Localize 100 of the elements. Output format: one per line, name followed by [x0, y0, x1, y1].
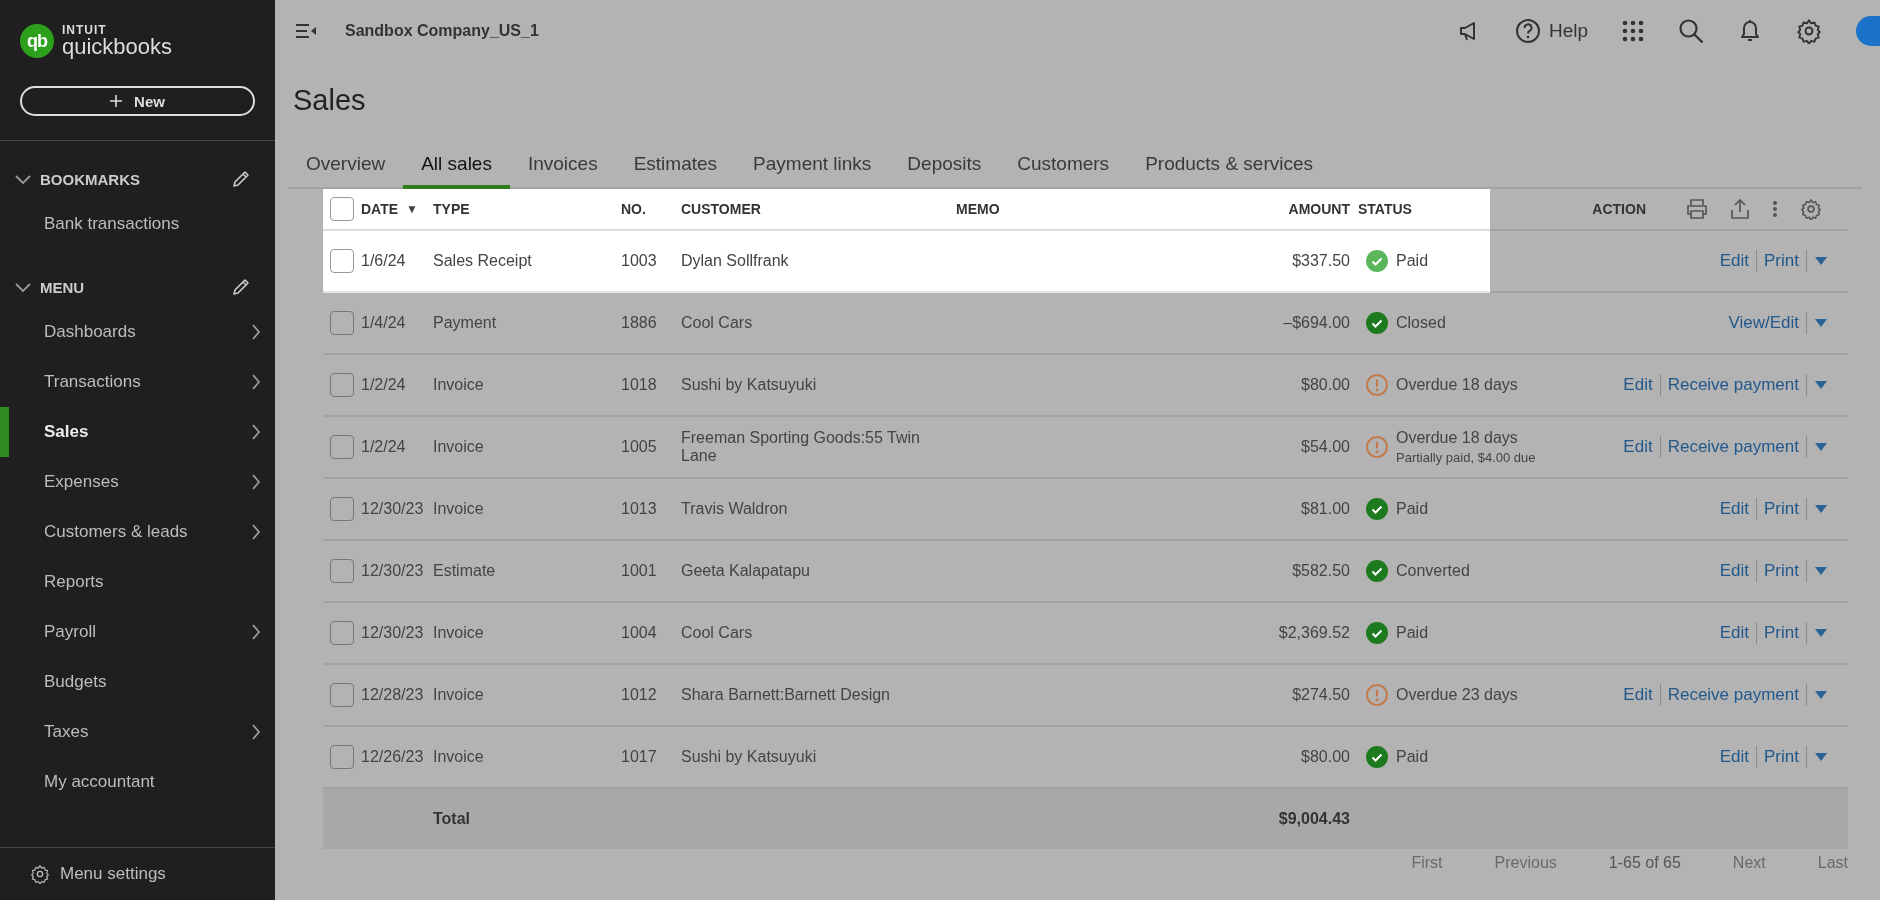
amount-cell: $2,369.52 — [1278, 624, 1350, 642]
action-link[interactable]: Edit — [1623, 375, 1653, 395]
avatar[interactable] — [1856, 16, 1880, 46]
nav-item[interactable]: Customers & leads — [0, 507, 275, 557]
checkbox[interactable] — [330, 249, 354, 273]
tab[interactable]: Products & services — [1127, 153, 1332, 189]
tab[interactable]: Invoices — [509, 153, 616, 189]
date-cell: 12/30/23 — [361, 562, 424, 580]
number-cell: 1017 — [621, 748, 657, 766]
column-header[interactable]: NO. — [621, 201, 646, 217]
action-link[interactable]: Edit — [1719, 561, 1750, 581]
menu-settings-link[interactable]: Menu settings — [30, 864, 166, 884]
checkbox[interactable] — [330, 311, 354, 335]
nav-item[interactable]: Payroll — [0, 607, 275, 657]
caret-icon[interactable] — [1814, 256, 1828, 266]
action-link[interactable]: Receive payment — [1667, 437, 1799, 457]
tab[interactable]: Payment links — [735, 153, 890, 189]
nav-item[interactable]: Taxes — [0, 707, 275, 757]
column-header[interactable]: CUSTOMER — [681, 201, 761, 217]
caret-icon[interactable] — [1814, 752, 1828, 762]
bell-icon[interactable] — [1738, 18, 1762, 44]
status-label: Overdue 18 days — [1396, 429, 1519, 447]
nav-item[interactable]: Expenses — [0, 457, 275, 507]
checkbox[interactable] — [330, 197, 354, 221]
checkbox[interactable] — [330, 497, 354, 521]
customer-cell: Cool Cars — [681, 314, 753, 332]
nav-item[interactable]: Bank transactions — [0, 199, 275, 249]
caret-icon[interactable] — [1814, 566, 1828, 576]
column-header[interactable]: STATUS — [1358, 201, 1412, 217]
column-header[interactable]: MEMO — [956, 201, 1000, 217]
customer-cell: Sushi by Katsuyuki — [681, 748, 817, 766]
tab[interactable]: Overview — [288, 153, 404, 189]
amount-cell: $274.50 — [1292, 686, 1350, 704]
number-cell: 1005 — [621, 438, 657, 456]
caret-icon[interactable] — [1814, 628, 1828, 638]
action-link[interactable]: Print — [1764, 251, 1799, 271]
more-icon[interactable] — [1772, 200, 1778, 218]
nav-item[interactable]: Budgets — [0, 657, 275, 707]
sort-indicator[interactable]: ▼ — [406, 202, 418, 216]
status-note: Partially paid, $4.00 due — [1396, 450, 1536, 465]
nav-item[interactable]: Reports — [0, 557, 275, 607]
caret-icon[interactable] — [1814, 504, 1828, 514]
tab[interactable]: Estimates — [615, 153, 736, 189]
column-header[interactable]: DATE — [361, 201, 399, 217]
search-icon[interactable] — [1678, 18, 1704, 44]
pencil-icon[interactable] — [231, 169, 251, 189]
new-button[interactable]: New — [20, 86, 255, 116]
total-label: Total — [433, 810, 471, 828]
action-link[interactable]: Print — [1764, 623, 1799, 643]
number-cell: 1018 — [621, 376, 657, 394]
action-link[interactable]: Edit — [1719, 623, 1750, 643]
apps-grid-icon[interactable] — [1622, 20, 1644, 42]
tab[interactable]: Deposits — [889, 153, 1000, 189]
nav-item[interactable]: Transactions — [0, 357, 275, 407]
nav-item[interactable]: My accountant — [0, 757, 275, 807]
action-link[interactable]: Edit — [1719, 499, 1750, 519]
checkbox[interactable] — [330, 745, 354, 769]
checkbox[interactable] — [330, 621, 354, 645]
checkbox[interactable] — [330, 435, 354, 459]
settings-icon[interactable] — [1800, 198, 1822, 220]
action-link[interactable]: Edit — [1719, 251, 1750, 271]
settings-icon[interactable] — [1796, 18, 1822, 44]
action-link[interactable]: Print — [1764, 747, 1799, 767]
caret-icon[interactable] — [1814, 380, 1828, 390]
date-cell: 1/6/24 — [361, 252, 406, 270]
print-icon[interactable] — [1686, 199, 1708, 219]
customer-cell: Sushi by Katsuyuki — [681, 376, 817, 394]
type-cell: Invoice — [433, 438, 484, 456]
column-header[interactable]: TYPE — [433, 201, 470, 217]
checkbox[interactable] — [330, 683, 354, 707]
customer-cell-text: Freeman Sporting Goods:55 Twin Lane — [681, 429, 921, 465]
date-cell: 12/26/23 — [361, 748, 424, 766]
caret-icon[interactable] — [1814, 442, 1828, 452]
caret-icon[interactable] — [1814, 318, 1828, 328]
checkbox[interactable] — [330, 559, 354, 583]
export-icon[interactable] — [1730, 199, 1750, 219]
action-link[interactable]: Print — [1764, 561, 1799, 581]
collapse-menu-icon[interactable] — [295, 23, 317, 39]
action-link[interactable]: View/Edit — [1728, 313, 1799, 333]
page-range: 1-65 of 65 — [1608, 854, 1681, 872]
page-title: Sales — [293, 84, 367, 117]
action-link[interactable]: Receive payment — [1667, 375, 1799, 395]
type-cell: Sales Receipt — [433, 252, 532, 270]
status-label: Overdue 23 days — [1396, 686, 1518, 704]
help-button[interactable]: Help — [1514, 18, 1588, 44]
pencil-icon[interactable] — [231, 277, 251, 297]
type-cell: Invoice — [433, 500, 484, 518]
action-link[interactable]: Edit — [1623, 437, 1653, 457]
type-cell: Estimate — [433, 562, 496, 580]
tab[interactable]: Customers — [999, 153, 1128, 189]
action-link[interactable]: Edit — [1623, 685, 1653, 705]
nav-item[interactable]: Dashboards — [0, 307, 275, 357]
chevron-icon[interactable] — [14, 173, 32, 185]
checkbox[interactable] — [330, 373, 354, 397]
action-link[interactable]: Print — [1764, 499, 1799, 519]
caret-icon[interactable] — [1814, 690, 1828, 700]
action-link[interactable]: Receive payment — [1667, 685, 1799, 705]
action-link[interactable]: Edit — [1719, 747, 1750, 767]
chevron-icon[interactable] — [14, 281, 32, 293]
chevron-right-icon — [251, 374, 261, 390]
